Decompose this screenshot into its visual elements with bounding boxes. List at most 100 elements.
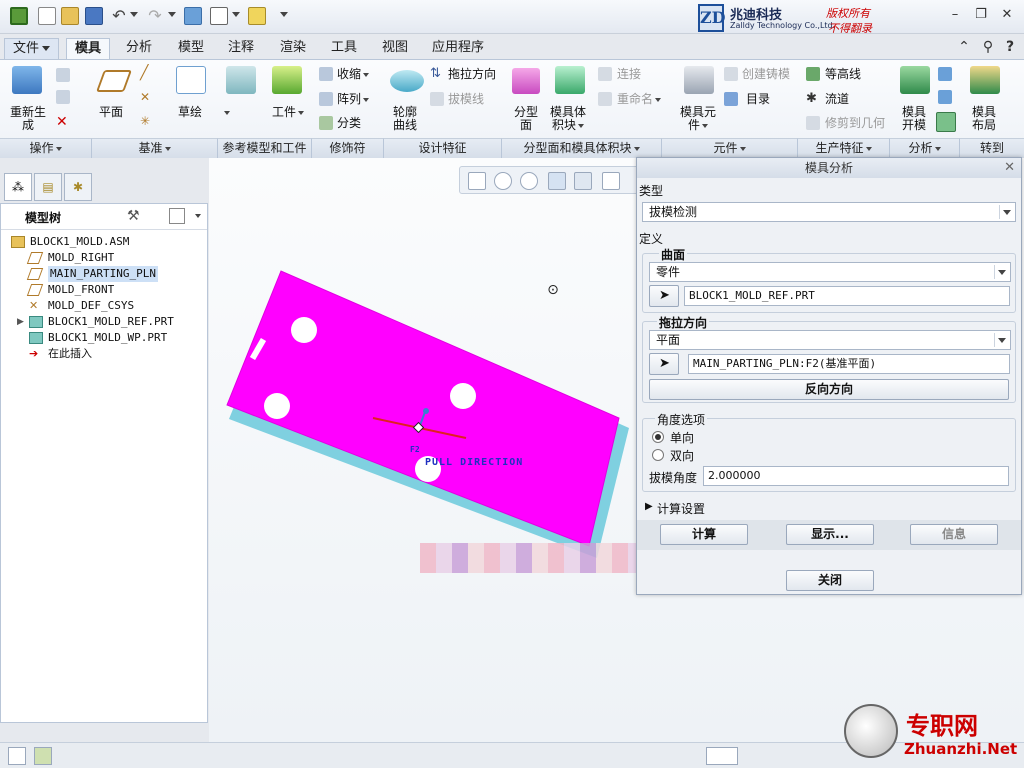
group-operations[interactable]: 操作 <box>0 138 92 158</box>
trim-geometry-icon[interactable] <box>806 116 820 130</box>
double-direction-label[interactable]: 双向 <box>670 447 694 464</box>
pull-direction-label[interactable]: 拖拉方向 <box>448 65 496 82</box>
folder-browser-tab-icon[interactable]: ▤ <box>34 173 62 201</box>
close-button[interactable]: 关闭 <box>786 570 874 591</box>
tab-mold[interactable]: 模具 <box>66 38 111 60</box>
rename-label[interactable]: 重命名 <box>617 90 662 107</box>
pull-direction-select-button[interactable]: ➤ <box>649 353 679 375</box>
group-ref-model[interactable]: 参考模型和工件 <box>218 138 312 158</box>
catalog-label[interactable]: 目录 <box>746 90 770 107</box>
expand-icon[interactable]: ▶ <box>17 314 24 330</box>
runner-icon[interactable]: ✱ <box>806 92 820 106</box>
group-analysis[interactable]: 分析 <box>890 138 960 158</box>
trim-geometry-label[interactable]: 修剪到几何 <box>825 114 885 131</box>
mold-volume-label[interactable]: 模具体积块 <box>548 106 588 132</box>
paste-icon[interactable] <box>56 90 70 104</box>
tab-analysis[interactable]: 分析 <box>118 38 160 60</box>
favorites-tab-icon[interactable]: ✱ <box>64 173 92 201</box>
ribbon-collapse-icon[interactable]: ⌃ <box>956 39 972 55</box>
windows-dropdown-icon[interactable] <box>232 12 240 17</box>
classify-label[interactable]: 分类 <box>337 114 361 131</box>
delete-icon[interactable]: ✕ <box>56 115 70 129</box>
group-production[interactable]: 生产特征 <box>798 138 890 158</box>
customize-dropdown-icon[interactable] <box>280 12 288 17</box>
pattern-icon[interactable] <box>319 92 333 106</box>
create-casting-icon[interactable] <box>724 67 738 81</box>
workpiece-icon[interactable] <box>272 66 302 94</box>
mold-component-icon[interactable] <box>684 66 714 94</box>
create-casting-label[interactable]: 创建铸模 <box>742 65 790 82</box>
reference-model-icon[interactable] <box>226 66 256 94</box>
shrink-label[interactable]: 收缩 <box>337 65 370 82</box>
analysis-tool-2-icon[interactable] <box>938 90 952 104</box>
mold-opening-label[interactable]: 模具开模 <box>900 106 928 132</box>
draft-check-icon[interactable] <box>936 112 956 132</box>
copy-icon[interactable] <box>56 68 70 82</box>
redo-icon[interactable]: ↷ <box>146 7 164 25</box>
connect-icon[interactable] <box>598 67 612 81</box>
contour-icon[interactable] <box>806 67 820 81</box>
mold-volume-icon[interactable] <box>555 66 585 94</box>
tab-file[interactable]: 文件 <box>4 38 60 60</box>
draft-line-label[interactable]: 拔模线 <box>448 90 484 107</box>
group-components[interactable]: 元件 <box>662 138 798 158</box>
outline-curve-label[interactable]: 轮廓曲线 <box>392 106 418 132</box>
chevron-down-icon[interactable] <box>195 214 201 218</box>
sketch-icon[interactable] <box>176 66 206 94</box>
pattern-label[interactable]: 阵列 <box>337 90 370 107</box>
compute-button[interactable]: 计算 <box>660 524 748 545</box>
datum-plane-label[interactable]: 平面 <box>99 106 123 119</box>
group-parting[interactable]: 分型面和模具体积块 <box>502 138 662 158</box>
analysis-tool-1-icon[interactable] <box>938 67 952 81</box>
restore-icon[interactable]: ❐ <box>972 7 990 23</box>
single-direction-label[interactable]: 单向 <box>670 429 694 446</box>
viewport-canvas[interactable]: F2 PULL DIRECTION <box>209 194 636 574</box>
datum-axis-icon[interactable]: ╱ <box>140 66 154 80</box>
tab-applications[interactable]: 应用程序 <box>424 38 492 60</box>
tree-settings-icon[interactable]: ⚒ <box>127 208 140 224</box>
analysis-type-select[interactable]: 拔模检测 <box>642 202 1016 222</box>
parting-surface-label[interactable]: 分型面 <box>512 106 540 132</box>
mold-opening-icon[interactable] <box>900 66 930 94</box>
outline-curve-icon[interactable] <box>390 70 424 92</box>
tree-show-icon[interactable] <box>169 208 185 224</box>
connect-label[interactable]: 连接 <box>617 65 641 82</box>
display-style-icon[interactable] <box>574 172 592 190</box>
tab-annotate[interactable]: 注释 <box>220 38 262 60</box>
sketch-label[interactable]: 草绘 <box>178 106 202 119</box>
mold-layout-label[interactable]: 模具布局 <box>970 106 998 132</box>
classify-icon[interactable] <box>319 116 333 130</box>
surface-select-button[interactable]: ➤ <box>649 285 679 307</box>
double-direction-radio[interactable] <box>652 449 664 461</box>
undo-icon[interactable]: ↶ <box>110 7 128 25</box>
calc-settings-expander[interactable]: ▶ 计算设置 <box>643 500 1017 518</box>
surface-type-select[interactable]: 零件 <box>649 262 1011 282</box>
info-button[interactable]: 信息 <box>910 524 998 545</box>
minimize-icon[interactable]: – <box>946 7 964 23</box>
surface-reference-field[interactable]: BLOCK1_MOLD_REF.PRT <box>684 286 1010 306</box>
model-tree-tab-icon[interactable]: ⁂ <box>4 173 32 201</box>
regenerate-icon[interactable] <box>184 7 202 25</box>
tab-render[interactable]: 渲染 <box>272 38 314 60</box>
selection-filter-icon[interactable] <box>706 747 738 765</box>
pull-direction-icon[interactable]: ⇅ <box>430 67 444 81</box>
refit-icon[interactable] <box>468 172 486 190</box>
workpiece-label[interactable]: 工件 <box>272 106 305 119</box>
undo-dropdown-icon[interactable] <box>130 12 138 17</box>
saved-views-icon[interactable] <box>602 172 620 190</box>
draft-line-icon[interactable] <box>430 92 444 106</box>
navigator-toggle-icon[interactable] <box>8 747 26 765</box>
runner-label[interactable]: 流道 <box>825 90 849 107</box>
close-icon[interactable]: ✕ <box>998 7 1016 23</box>
tab-tools[interactable]: 工具 <box>323 38 365 60</box>
single-direction-radio[interactable] <box>652 431 664 443</box>
catalog-icon[interactable] <box>724 92 738 106</box>
save-icon[interactable] <box>85 7 103 25</box>
pull-direction-reference-field[interactable]: MAIN_PARTING_PLN:F2(基准平面) <box>688 354 1010 374</box>
close-window-icon[interactable] <box>248 7 266 25</box>
draft-angle-input[interactable]: 2.000000 <box>703 466 1009 486</box>
redo-dropdown-icon[interactable] <box>168 12 176 17</box>
close-icon[interactable]: ✕ <box>1004 160 1015 175</box>
new-file-icon[interactable] <box>38 7 56 25</box>
help-search-icon[interactable]: ⚲ <box>980 39 996 55</box>
